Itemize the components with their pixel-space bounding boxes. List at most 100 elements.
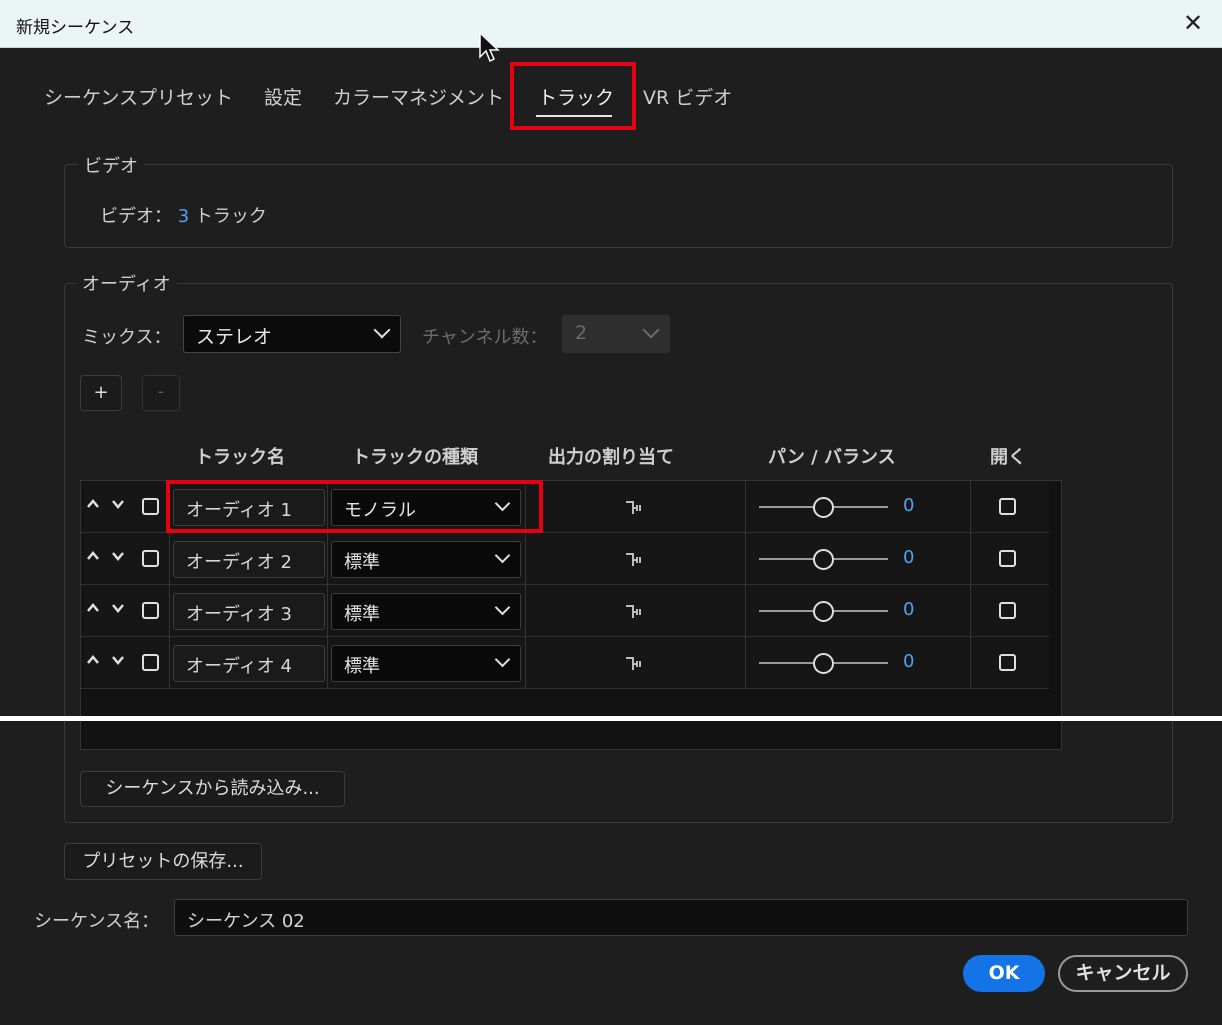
- open-checkbox[interactable]: [999, 550, 1016, 567]
- tab-settings[interactable]: 設定: [264, 83, 302, 110]
- sequence-name-input[interactable]: シーケンス 02: [174, 899, 1188, 936]
- chevron-down-icon: [373, 321, 391, 339]
- pan-slider-track: [834, 610, 888, 612]
- import-from-sequence-button[interactable]: シーケンスから読み込み...: [80, 771, 345, 807]
- column-divider: [745, 585, 746, 637]
- chevron-down-icon: [642, 321, 660, 339]
- pan-slider-track: [759, 610, 813, 612]
- chevron-down-icon: [494, 495, 511, 512]
- add-track-button[interactable]: +: [80, 375, 122, 411]
- column-divider: [525, 585, 526, 637]
- checkbox-icon[interactable]: [142, 550, 159, 567]
- pan-slider-track: [834, 506, 888, 508]
- column-divider: [169, 637, 170, 689]
- pan-slider-track: [759, 506, 813, 508]
- track-name-field[interactable]: オーディオ 4: [173, 645, 325, 682]
- tab-tracks[interactable]: トラック: [538, 83, 614, 110]
- output-routing-icon[interactable]: [625, 499, 645, 517]
- column-divider: [525, 533, 526, 585]
- track-type-select[interactable]: 標準: [331, 645, 521, 682]
- pan-value[interactable]: 0: [903, 651, 914, 672]
- column-divider: [970, 481, 971, 533]
- pan-slider-track: [834, 662, 888, 664]
- column-divider: [745, 481, 746, 533]
- track-row: オーディオ 3 標準 0: [81, 585, 1049, 637]
- column-output-assign: 出力の割り当て: [548, 447, 674, 468]
- video-label: ビデオ：: [100, 206, 172, 227]
- pan-knob-icon[interactable]: [813, 601, 834, 622]
- move-down-icon[interactable]: [112, 550, 124, 562]
- pan-knob-icon[interactable]: [813, 549, 834, 570]
- track-name-field[interactable]: オーディオ 1: [173, 489, 325, 526]
- column-divider: [169, 533, 170, 585]
- close-icon[interactable]: ✕: [1178, 8, 1208, 38]
- chevron-down-icon: [494, 599, 511, 616]
- track-type-value: モノラル: [344, 500, 416, 521]
- track-row: オーディオ 1 モノラル 0: [81, 481, 1049, 533]
- move-up-icon[interactable]: [87, 550, 99, 562]
- save-preset-button[interactable]: プリセットの保存...: [64, 843, 262, 880]
- open-checkbox[interactable]: [999, 654, 1016, 671]
- sequence-name-label: シーケンス名：: [34, 911, 160, 932]
- column-divider: [327, 533, 328, 585]
- track-type-value: 標準: [344, 552, 380, 573]
- pan-knob-icon[interactable]: [813, 653, 834, 674]
- track-type-value: 標準: [344, 656, 380, 677]
- output-routing-icon[interactable]: [625, 603, 645, 621]
- tab-color-management[interactable]: カラーマネジメント: [333, 83, 504, 110]
- checkbox-icon[interactable]: [142, 654, 159, 671]
- column-divider: [169, 481, 170, 533]
- column-divider: [745, 637, 746, 689]
- output-routing-icon[interactable]: [625, 655, 645, 673]
- cursor-icon: [479, 32, 500, 63]
- open-checkbox[interactable]: [999, 498, 1016, 515]
- mix-label: ミックス：: [82, 327, 172, 348]
- title-bar: 新規シーケンス ✕: [0, 0, 1222, 48]
- track-type-value: 標準: [344, 604, 380, 625]
- pan-value[interactable]: 0: [903, 599, 914, 620]
- ok-button[interactable]: OK: [963, 955, 1045, 992]
- column-divider: [327, 585, 328, 637]
- column-divider: [327, 481, 328, 533]
- track-type-select[interactable]: 標準: [331, 541, 521, 578]
- tab-vr-video[interactable]: VR ビデオ: [643, 83, 732, 110]
- pan-value[interactable]: 0: [903, 547, 914, 568]
- cancel-button[interactable]: キャンセル: [1058, 955, 1188, 992]
- chevron-down-icon: [494, 547, 511, 564]
- video-tracks-row: ビデオ： 3 トラック: [100, 202, 267, 228]
- move-up-icon[interactable]: [87, 654, 99, 666]
- checkbox-icon[interactable]: [142, 498, 159, 515]
- tab-sequence-presets[interactable]: シーケンスプリセット: [44, 83, 233, 110]
- column-track-name: トラック名: [195, 447, 285, 468]
- move-down-icon[interactable]: [112, 602, 124, 614]
- column-divider: [970, 585, 971, 637]
- move-up-icon[interactable]: [87, 602, 99, 614]
- open-checkbox[interactable]: [999, 602, 1016, 619]
- output-routing-icon[interactable]: [625, 551, 645, 569]
- divider-line: [0, 716, 1222, 721]
- column-divider: [169, 585, 170, 637]
- audio-legend: オーディオ: [76, 270, 177, 296]
- pan-slider-track: [834, 558, 888, 560]
- track-row: オーディオ 2 標準 0: [81, 533, 1049, 585]
- column-divider: [327, 637, 328, 689]
- column-divider: [970, 637, 971, 689]
- column-pan-balance: パン / バランス: [768, 447, 896, 468]
- column-divider: [970, 533, 971, 585]
- pan-value[interactable]: 0: [903, 495, 914, 516]
- track-type-select[interactable]: モノラル: [331, 489, 521, 526]
- track-name-field[interactable]: オーディオ 2: [173, 541, 325, 578]
- mix-value: ステレオ: [196, 326, 273, 348]
- column-divider: [745, 533, 746, 585]
- track-type-select[interactable]: 標準: [331, 593, 521, 630]
- column-open: 開く: [990, 447, 1026, 468]
- column-divider: [525, 637, 526, 689]
- move-down-icon[interactable]: [112, 498, 124, 510]
- mix-select[interactable]: ステレオ: [183, 315, 401, 353]
- checkbox-icon[interactable]: [142, 602, 159, 619]
- track-name-field[interactable]: オーディオ 3: [173, 593, 325, 630]
- pan-knob-icon[interactable]: [813, 497, 834, 518]
- move-up-icon[interactable]: [87, 498, 99, 510]
- move-down-icon[interactable]: [112, 654, 124, 666]
- video-track-count[interactable]: 3: [178, 206, 189, 227]
